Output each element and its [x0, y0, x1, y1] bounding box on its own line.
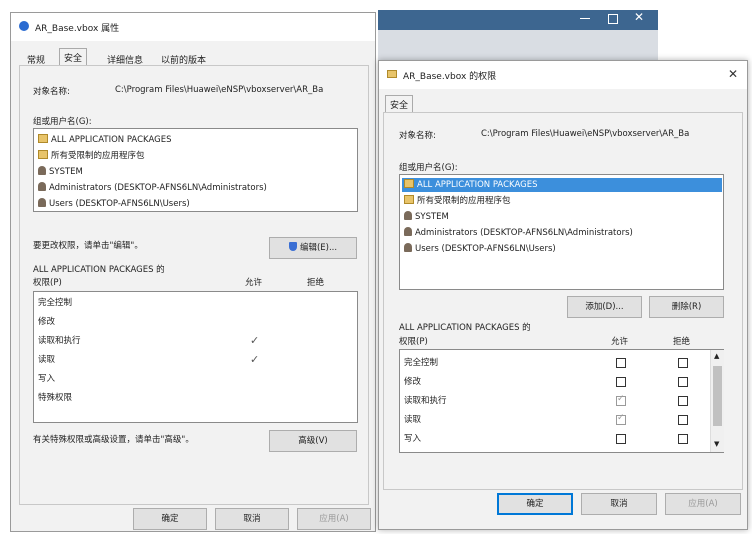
package-icon [38, 150, 48, 159]
list-item[interactable]: Administrators (DESKTOP-AFNS6LN\Administ… [404, 226, 633, 240]
properties-dialog: AR_Base.vbox 属性 常规 安全 详细信息 以前的版本 对象名称: C… [10, 12, 376, 532]
cancel-button[interactable]: 取消 [581, 493, 657, 515]
permission-row: 修改 [38, 317, 56, 327]
advanced-button[interactable]: 高级(V) [269, 430, 357, 452]
permissions-titlebar: AR_Base.vbox 的权限 ✕ [379, 61, 747, 89]
allow-checkbox-read-execute[interactable] [616, 394, 626, 406]
package-icon [404, 195, 414, 204]
permission-row: 写入 [404, 434, 422, 444]
permission-row: 完全控制 [38, 298, 73, 308]
add-button[interactable]: 添加(D)... [567, 296, 642, 318]
scroll-up-icon[interactable]: ▲ [714, 352, 719, 360]
user-group-icon [38, 182, 46, 191]
user-group-icon [404, 211, 412, 220]
deny-checkbox-write[interactable] [678, 434, 688, 444]
object-name-label: 对象名称: [33, 87, 70, 97]
permission-listbox[interactable]: 完全控制 修改 读取和执行 读取 写入 ▲ ▼ [399, 349, 724, 453]
ok-button[interactable]: 确定 [133, 508, 207, 530]
group-listbox[interactable]: ALL APPLICATION PACKAGES 所有受限制的应用程序包 SYS… [33, 128, 358, 212]
ok-button[interactable]: 确定 [497, 493, 573, 515]
list-item[interactable]: Users (DESKTOP-AFNS6LN\Users) [404, 242, 556, 256]
apply-button[interactable]: 应用(A) [297, 508, 371, 530]
group-label: 组或用户名(G): [399, 163, 458, 173]
allow-checkbox-modify[interactable] [616, 377, 626, 387]
background-toolbar [378, 30, 658, 60]
list-item[interactable]: Administrators (DESKTOP-AFNS6LN\Administ… [38, 181, 267, 195]
perm-label: 权限(P) [399, 337, 428, 347]
list-item[interactable]: 所有受限制的应用程序包 [38, 149, 145, 163]
change-hint: 要更改权限，请单击"编辑"。 [33, 241, 143, 251]
permission-row: 读取和执行 [404, 396, 447, 406]
permission-listbox[interactable]: 完全控制 修改 读取和执行 读取 写入 特殊权限 ✓ ✓ [33, 291, 358, 423]
scroll-thumb[interactable] [713, 366, 722, 426]
list-item[interactable]: 所有受限制的应用程序包 [404, 194, 511, 208]
permission-row: 写入 [38, 374, 56, 384]
object-path: C:\Program Files\Huawei\eNSP\vboxserver\… [481, 129, 690, 139]
allow-column-header: 允许 [611, 337, 629, 347]
maximize-icon[interactable] [608, 14, 618, 24]
list-item[interactable]: ALL APPLICATION PACKAGES [38, 133, 171, 147]
group-label: 组或用户名(G): [33, 117, 92, 127]
deny-checkbox-read[interactable] [678, 415, 688, 425]
minimize-icon[interactable] [580, 18, 590, 19]
globe-icon [19, 21, 29, 31]
list-item[interactable]: SYSTEM [38, 165, 83, 179]
properties-titlebar: AR_Base.vbox 属性 [11, 13, 375, 41]
permission-scrollbar[interactable]: ▲ ▼ [710, 350, 724, 452]
group-listbox[interactable]: ALL APPLICATION PACKAGES 所有受限制的应用程序包 SYS… [399, 174, 724, 290]
list-item[interactable]: SYSTEM [404, 210, 449, 224]
object-name-label: 对象名称: [399, 131, 436, 141]
user-group-icon [404, 227, 412, 236]
perm-title: ALL APPLICATION PACKAGES 的 [33, 265, 165, 275]
background-app-window: ✕ [378, 10, 658, 60]
package-icon [404, 179, 414, 188]
deny-column-header: 拒绝 [307, 278, 325, 288]
list-item[interactable]: ALL APPLICATION PACKAGES [402, 178, 722, 192]
user-group-icon [404, 243, 412, 252]
allow-check-read-execute: ✓ [250, 334, 260, 347]
user-group-icon [38, 198, 46, 207]
permission-row: 修改 [404, 377, 422, 387]
deny-checkbox-modify[interactable] [678, 377, 688, 387]
window-title: AR_Base.vbox 属性 [35, 24, 120, 34]
allow-checkbox-write[interactable] [616, 434, 626, 444]
user-group-icon [38, 166, 46, 175]
window-title: AR_Base.vbox 的权限 [403, 72, 497, 82]
package-icon [38, 134, 48, 143]
allow-checkbox-read[interactable] [616, 413, 626, 425]
scroll-down-icon[interactable]: ▼ [714, 440, 719, 448]
permission-row: 特殊权限 [38, 393, 73, 403]
deny-checkbox-full-control[interactable] [678, 358, 688, 368]
permission-row: 完全控制 [404, 358, 439, 368]
shield-icon [288, 242, 297, 251]
allow-check-read: ✓ [250, 353, 260, 366]
permissions-dialog: AR_Base.vbox 的权限 ✕ 安全 对象名称: C:\Program F… [378, 60, 748, 530]
allow-column-header: 允许 [245, 278, 263, 288]
remove-button[interactable]: 删除(R) [649, 296, 724, 318]
deny-checkbox-read-execute[interactable] [678, 396, 688, 406]
close-icon[interactable]: ✕ [725, 66, 741, 82]
list-item[interactable]: Users (DESKTOP-AFNS6LN\Users) [38, 197, 190, 211]
allow-checkbox-full-control[interactable] [616, 358, 626, 368]
perm-title: ALL APPLICATION PACKAGES 的 [399, 323, 531, 333]
edit-button[interactable]: 编辑(E)... [269, 237, 357, 259]
perm-label: 权限(P) [33, 278, 62, 288]
close-icon[interactable]: ✕ [634, 10, 644, 24]
cancel-button[interactable]: 取消 [215, 508, 289, 530]
folder-icon [387, 70, 397, 78]
permission-row: 读取 [404, 415, 422, 425]
deny-column-header: 拒绝 [673, 337, 691, 347]
permission-row: 读取和执行 [38, 336, 81, 346]
advanced-hint: 有关特殊权限或高级设置，请单击"高级"。 [33, 435, 194, 445]
apply-button[interactable]: 应用(A) [665, 493, 741, 515]
object-path: C:\Program Files\Huawei\eNSP\vboxserver\… [115, 85, 324, 95]
permission-row: 读取 [38, 355, 56, 365]
